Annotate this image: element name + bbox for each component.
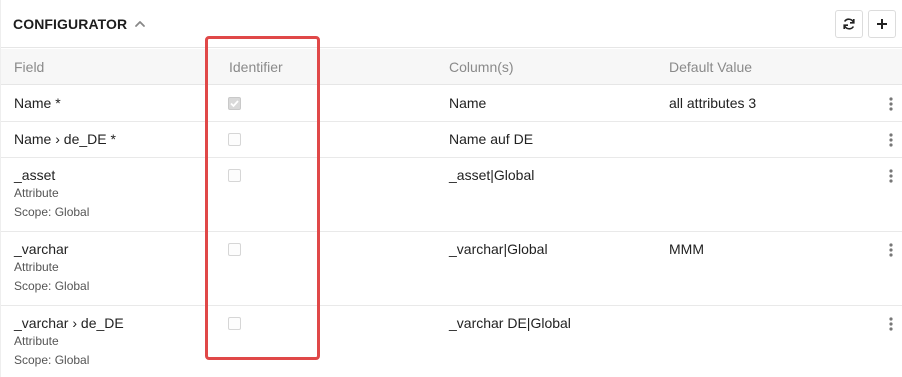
field-name: _asset xyxy=(14,167,56,183)
table-row: Name * Name all attributes 3 xyxy=(1,86,902,122)
kebab-menu-icon[interactable] xyxy=(887,168,895,184)
table-row: _varchar › de_DE Attribute Scope: Global… xyxy=(1,306,902,377)
field-name: _varchar xyxy=(14,241,69,257)
check-icon xyxy=(230,100,239,108)
kebab-menu-icon[interactable] xyxy=(887,316,895,332)
kebab-menu-icon[interactable] xyxy=(887,96,895,112)
field-cell: _varchar Attribute Scope: Global xyxy=(14,241,89,296)
panel-header: CONFIGURATOR xyxy=(1,0,902,48)
column-mapping: Name auf DE xyxy=(449,131,534,147)
field-scope: Scope: Global xyxy=(14,205,90,219)
identifier-checkbox[interactable] xyxy=(228,97,241,110)
chevron-up-icon xyxy=(135,21,146,27)
field-cell: _varchar › de_DE Attribute Scope: Global xyxy=(14,315,124,370)
column-mapping: Name xyxy=(449,95,487,111)
kebab-menu-icon[interactable] xyxy=(887,242,895,258)
field-cell: _asset Attribute Scope: Global xyxy=(14,167,89,222)
plus-icon xyxy=(877,19,887,29)
field-name: _varchar › de_DE xyxy=(14,315,124,331)
field-cell: Name * xyxy=(14,95,61,112)
default-value: MMM xyxy=(669,241,704,257)
table-row: _varchar Attribute Scope: Global _varcha… xyxy=(1,232,902,306)
column-mapping: _asset|Global xyxy=(449,167,535,183)
column-header-identifier: Identifier xyxy=(229,59,283,75)
field-type: Attribute xyxy=(14,186,59,200)
kebab-menu-icon[interactable] xyxy=(887,132,895,148)
field-name: Name * xyxy=(14,95,61,111)
default-value: all attributes 3 xyxy=(669,95,757,111)
identifier-checkbox[interactable] xyxy=(228,317,241,330)
column-mapping: _varchar|Global xyxy=(449,241,548,257)
table-row: Name › de_DE * Name auf DE xyxy=(1,122,902,158)
panel-title-toggle[interactable]: CONFIGURATOR xyxy=(13,16,147,32)
column-header-columns: Column(s) xyxy=(449,59,514,75)
identifier-checkbox[interactable] xyxy=(228,133,241,146)
refresh-button[interactable] xyxy=(835,10,863,38)
table-row: _asset Attribute Scope: Global _asset|Gl… xyxy=(1,158,902,232)
field-scope: Scope: Global xyxy=(14,279,90,293)
refresh-icon xyxy=(843,18,855,30)
column-header-default-value: Default Value xyxy=(669,59,753,75)
identifier-checkbox[interactable] xyxy=(228,243,241,256)
field-scope: Scope: Global xyxy=(14,353,90,367)
table-header: Field Identifier Column(s) Default Value xyxy=(1,49,902,85)
field-cell: Name › de_DE * xyxy=(14,131,116,148)
column-header-field: Field xyxy=(14,59,45,75)
field-type: Attribute xyxy=(14,260,59,274)
configurator-panel: CONFIGURATOR Field Identifier Column(s) … xyxy=(0,0,902,377)
field-name: Name › de_DE * xyxy=(14,131,116,147)
field-type: Attribute xyxy=(14,334,59,348)
identifier-checkbox[interactable] xyxy=(228,169,241,182)
column-mapping: _varchar DE|Global xyxy=(449,315,571,331)
add-button[interactable] xyxy=(868,10,896,38)
panel-title: CONFIGURATOR xyxy=(13,16,128,32)
